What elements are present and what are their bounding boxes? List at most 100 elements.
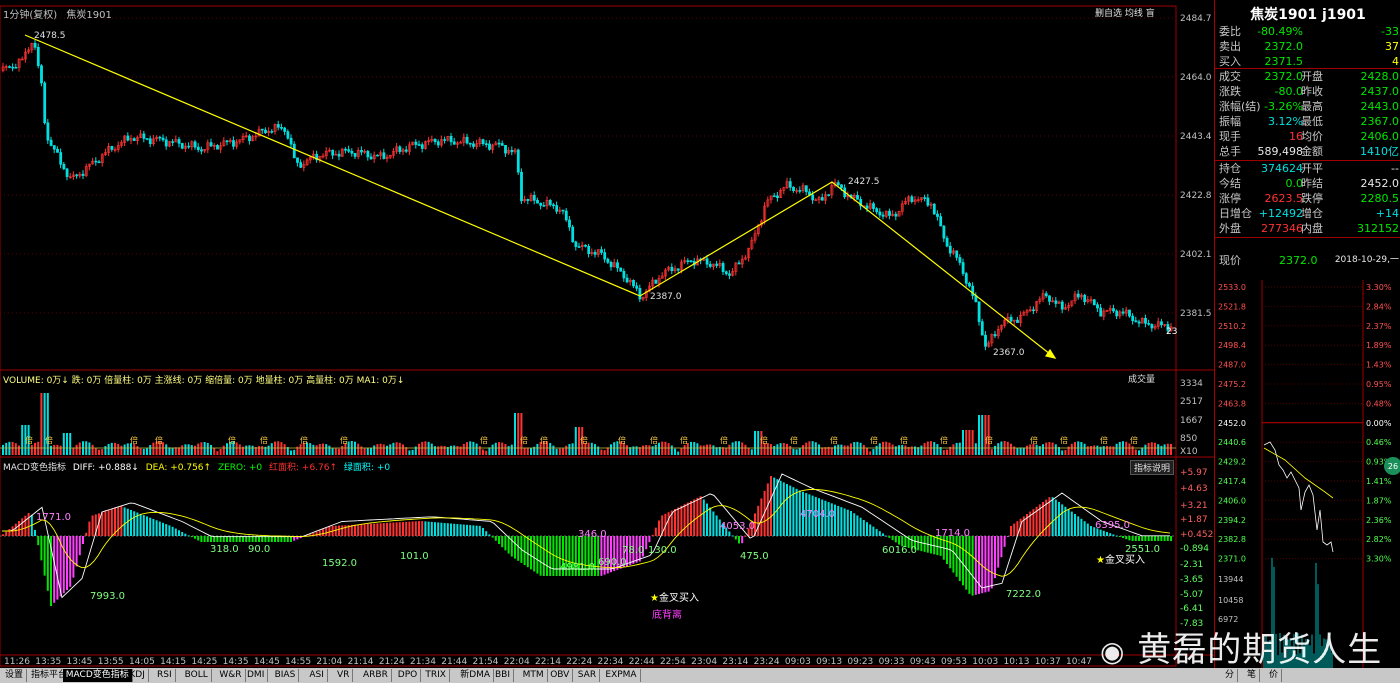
indicator-tab[interactable]: SAR [575,669,601,682]
macd-bar [677,507,680,536]
volume-bar [712,445,715,455]
indicator-tab[interactable]: VR [334,669,354,682]
quote-mode-tab[interactable]: 笔 [1244,669,1261,682]
candle-body [939,216,943,227]
quote-mode-tab[interactable]: 价 [1266,669,1283,682]
macd-bar [990,536,993,589]
time-tick: 14:05 [129,657,155,667]
indicator-tab[interactable]: MTM [520,669,548,682]
indicator-tab[interactable]: ASI [306,669,328,682]
macd-bar [462,524,465,536]
candle-body [1112,308,1115,312]
candle-body [436,141,440,146]
quote-label: 外盘 [1219,222,1241,235]
macd-bar [405,521,408,536]
macd-bar [533,536,536,572]
volume-bar [773,445,776,455]
indicator-tab[interactable]: KDJ [126,669,149,682]
macd-bar [1058,502,1060,536]
period-label[interactable]: 1分钟(复权) [3,10,57,21]
volume-bar [952,444,955,455]
macd-value-label: 130.0 [648,545,677,556]
volume-bar [642,445,644,455]
indicator-tab[interactable]: 设置 [2,669,28,682]
macd-bar [334,525,337,536]
macd-bar [734,536,737,540]
volume-bar [114,442,116,455]
volume-bar [651,446,654,455]
volume-bar [328,445,331,455]
macd-bar [389,522,392,536]
volume-bar [984,415,987,455]
macd-bar [965,536,968,590]
macd-bar [866,522,868,536]
quote-value-2: 2406.0 [1360,130,1400,143]
macd-bar [75,536,78,567]
macd-bar [840,507,843,536]
chart-toolbar[interactable]: 删自选 均线 盲 [1095,6,1155,19]
indicator-tab[interactable]: BIAS [272,669,300,682]
indicator-tab[interactable]: TRIX [422,669,450,682]
indicator-tab[interactable]: BBI [492,669,515,682]
volume-bar [786,443,788,455]
volume-bar [955,442,958,455]
main-chart[interactable]: 2484.7 2464.0 2443.4 2422.8 2402.1 2381.523 2… [0,0,1400,683]
time-tick: 09:23 [847,657,873,667]
volume-bar [837,444,840,455]
volume-bar [315,445,318,455]
mini-right-tick: 0.46% [1366,438,1392,447]
volume-bar [606,447,609,455]
mini-right-tick: 3.30% [1366,283,1392,292]
indicator-tab[interactable]: EXPMA [602,669,641,682]
volume-bar [248,445,251,455]
intraday-mini-chart[interactable]: 2533.0 2521.8 2510.2 2498.4 2487.0 2475.2 2463… [1215,280,1400,668]
macd-bar [130,510,132,536]
macd-bar [485,531,488,536]
volume-bar [997,443,1000,455]
indicator-tab[interactable]: 新DMA [457,669,495,682]
indicator-tab[interactable]: W&R [216,669,246,682]
macd-help-button[interactable]: 指标说明 [1130,460,1175,475]
candle-body [619,267,623,272]
volume-bar [946,449,948,455]
macd-name[interactable]: MACD变色指标 [3,463,66,473]
quote-mode-tab[interactable]: 分 [1222,669,1239,682]
quote-value: 3.12% [1268,115,1303,128]
candle-body [145,138,149,140]
macd-bar [354,524,356,536]
volume-tag: 倍 [985,435,993,445]
candle-body [196,146,200,150]
macd-header: MACD变色指标 DIFF: +0.888↓ DEA: +0.756↑ ZERO… [3,460,390,473]
volume-bar [94,447,97,455]
indicator-tab[interactable]: MACD变色指标 [62,669,133,682]
volume-panel-label[interactable]: 成交量 [1128,372,1155,385]
volume-bar [520,413,523,455]
indicator-tab[interactable]: DMI [244,669,269,682]
volume-bar [1141,447,1144,455]
candle-body [468,142,472,145]
candle-body [452,141,456,145]
volume-bar [904,445,907,455]
time-tick: 13:55 [98,657,124,667]
volume-bar [709,444,712,455]
volume-header: VOLUME: 0万↓ 跌: 0万 倍量柱: 0万 主涨线: 0万 缩倍量: 0… [3,376,405,386]
indicator-tab[interactable]: DPO [395,669,422,682]
macd-bar [373,523,376,536]
macd-bar [453,523,456,536]
indicator-tab[interactable]: BOLL [182,669,212,682]
mini-right-tick: 2.82% [1366,535,1392,544]
macd-bar [440,522,443,536]
quote-value: -80.0 [1274,85,1303,98]
volume-bar [779,443,782,455]
indicator-tab[interactable]: RSI [154,669,176,682]
volume-bar [206,442,209,455]
indicator-tab[interactable]: ARBR [360,669,392,682]
macd-tick: -6.41 [1180,604,1203,614]
indicator-tab[interactable]: OBV [547,669,574,682]
volume-bar [216,451,219,455]
mini-left-tick: 2406.0 [1218,496,1246,505]
volume-bar [898,445,900,455]
time-tick: 09:03 [785,657,811,667]
candle-body [865,205,869,209]
time-tick: 22:34 [597,657,623,667]
